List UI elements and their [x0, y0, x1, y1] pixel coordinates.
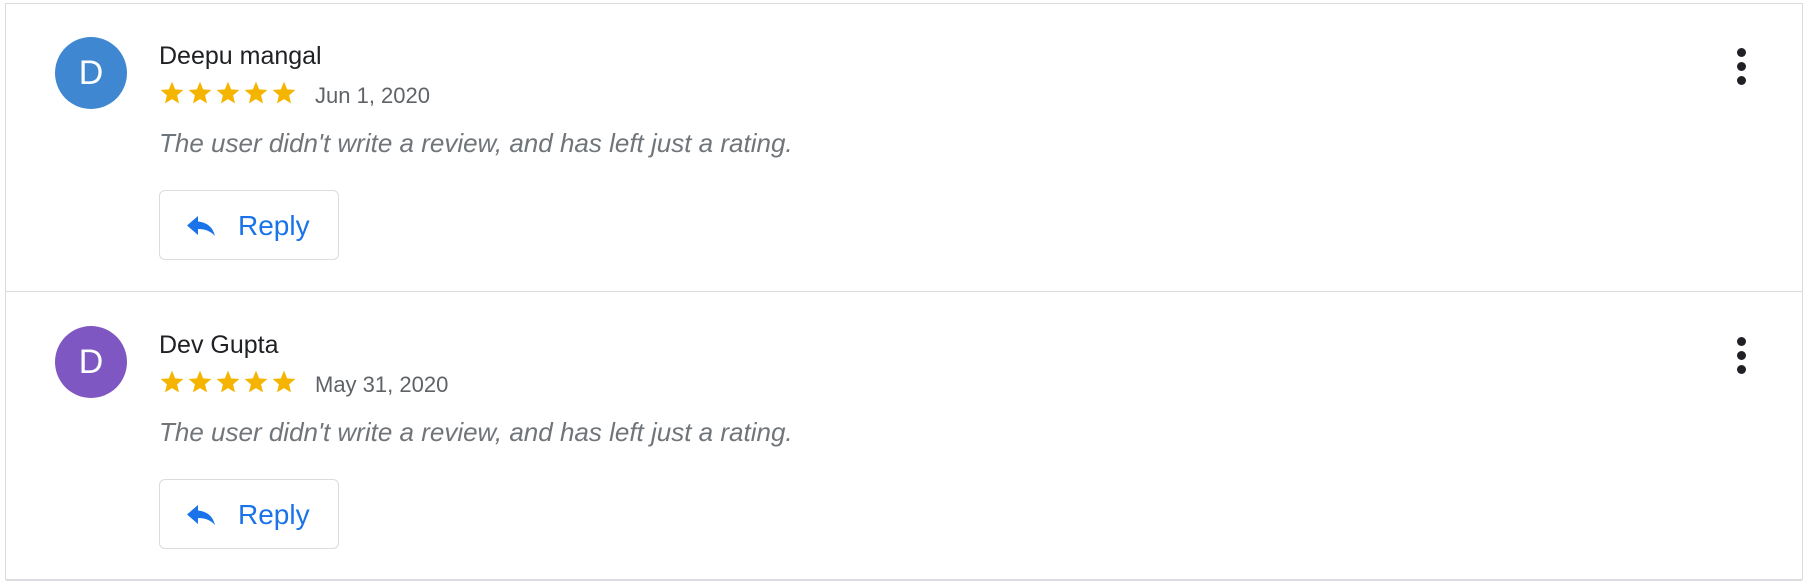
review-date: May 31, 2020	[315, 372, 449, 397]
review-text: The user didn't write a review, and has …	[159, 128, 793, 158]
star-rating	[159, 80, 297, 108]
review-text: The user didn't write a review, and has …	[159, 417, 793, 447]
star-icon	[188, 81, 212, 104]
star-icon	[216, 370, 240, 393]
more-vert-icon-dot	[1737, 365, 1746, 374]
star-icon	[272, 81, 296, 104]
star-rating	[159, 369, 297, 397]
review-date: Jun 1, 2020	[315, 83, 430, 108]
reply-label: Reply	[238, 499, 310, 530]
more-options-button[interactable]	[1732, 337, 1752, 381]
review-card: D Deepu mangal Jun 1, 2020 The user didn…	[6, 4, 1802, 292]
reply-icon	[187, 216, 215, 236]
reviews-panel: D Deepu mangal Jun 1, 2020 The user didn…	[5, 3, 1803, 581]
more-vert-icon	[1737, 48, 1746, 57]
star-icon	[272, 370, 296, 393]
reviewer-name: Dev Gupta	[159, 331, 279, 359]
more-vert-icon	[1737, 337, 1746, 346]
reply-button[interactable]: Reply	[159, 190, 339, 260]
star-icon	[244, 81, 268, 104]
more-vert-icon-dot	[1737, 351, 1746, 360]
star-icon	[216, 81, 240, 104]
reviewer-name: Deepu mangal	[159, 42, 322, 70]
star-icon	[160, 81, 184, 104]
star-icon	[160, 370, 184, 393]
more-vert-icon-dot	[1737, 62, 1746, 71]
avatar: D	[55, 37, 127, 109]
star-icon	[188, 370, 212, 393]
reply-button[interactable]: Reply	[159, 479, 339, 549]
more-vert-icon-dot	[1737, 76, 1746, 85]
reply-label: Reply	[238, 210, 310, 241]
reply-icon	[187, 505, 215, 525]
review-card: D Dev Gupta May 31, 2020 The user didn't…	[6, 293, 1802, 581]
star-icon	[244, 370, 268, 393]
more-options-button[interactable]	[1732, 48, 1752, 92]
avatar: D	[55, 326, 127, 398]
